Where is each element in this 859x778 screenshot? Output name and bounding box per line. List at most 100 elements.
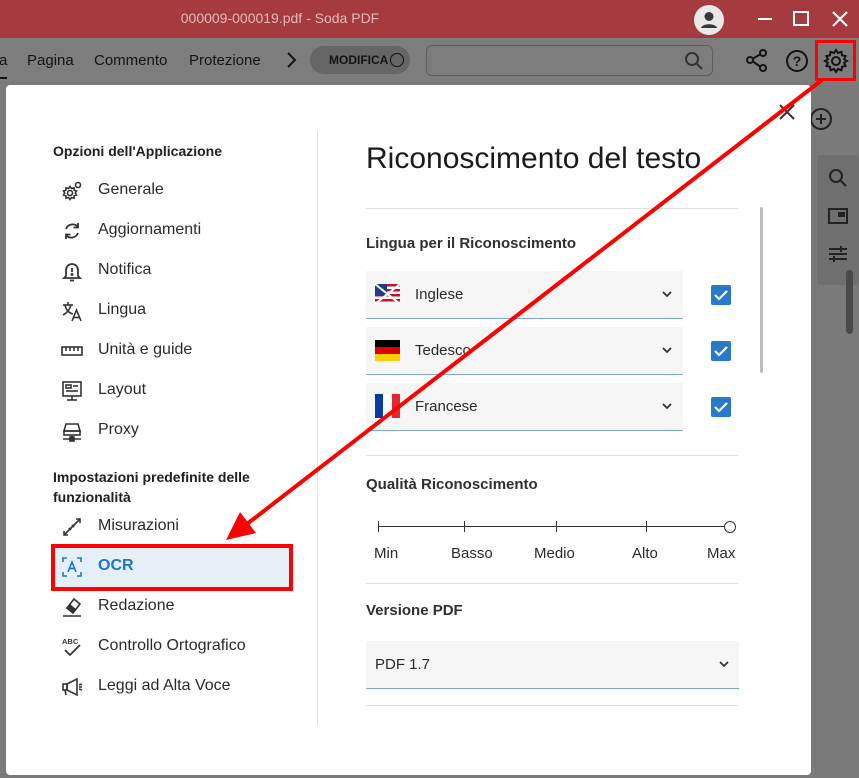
help-icon[interactable]: ?	[783, 47, 811, 75]
language-select-francese[interactable]: Francese	[366, 383, 683, 431]
divider	[366, 455, 738, 456]
close-dialog-icon[interactable]	[776, 101, 798, 123]
check-icon	[714, 402, 728, 413]
search-box[interactable]	[426, 45, 713, 76]
slider-tick	[464, 521, 465, 532]
sidebar-item-redazione[interactable]: Redazione	[53, 587, 293, 627]
defaults-heading-line1: Impostazioni predefinite delle	[53, 469, 250, 485]
sidebar-item-leggi-alta-voce[interactable]: Leggi ad Alta Voce	[53, 667, 293, 707]
search-icon	[685, 52, 703, 70]
language-select-inglese[interactable]: Inglese	[366, 271, 683, 319]
maximize-icon[interactable]	[788, 8, 812, 30]
language-select-tedesco[interactable]: Tedesco	[366, 327, 683, 375]
slider-tick	[378, 521, 379, 532]
chevron-down-icon	[719, 661, 729, 668]
minimize-icon[interactable]	[753, 8, 777, 30]
sidebar-item-label: Controllo Ortografico	[98, 637, 246, 654]
checkbox-francese[interactable]	[711, 397, 731, 417]
divider	[366, 705, 738, 706]
spellcheck-icon: ABC	[62, 637, 81, 657]
window-title: 000009-000019.pdf - Soda PDF	[180, 10, 380, 26]
tab-pagina[interactable]: Pagina	[27, 52, 74, 69]
panel-icon[interactable]	[827, 205, 849, 227]
settings-highlight-box	[815, 40, 856, 81]
checkbox-inglese[interactable]	[711, 285, 731, 305]
svg-text:?: ?	[793, 53, 802, 69]
us-flag-icon	[375, 283, 400, 305]
layout-icon	[62, 381, 82, 401]
sidebar-item-label: Leggi ad Alta Voce	[98, 677, 231, 694]
sidebar-item-misurazioni[interactable]: Misurazioni	[53, 507, 293, 547]
quality-slider-track[interactable]	[378, 526, 731, 527]
quality-label-min: Min	[374, 545, 399, 562]
checkbox-tedesco[interactable]	[711, 341, 731, 361]
defaults-heading-line2: funzionalità	[53, 489, 131, 505]
sidebar-item-unita-guide[interactable]: Unità e guide	[53, 331, 293, 371]
menu-bar: a Pagina Commento Protezione MODIFICA ?	[0, 38, 859, 82]
quality-label-alto: Alto	[632, 545, 658, 562]
chevron-down-icon	[662, 347, 672, 354]
chevron-right-icon[interactable]	[278, 46, 306, 74]
ocr-highlight-box	[51, 544, 293, 591]
quality-label-medio: Medio	[534, 545, 575, 562]
user-avatar-icon[interactable]	[694, 5, 724, 35]
sidebar-item-generale[interactable]: Generale	[53, 171, 293, 211]
refresh-icon	[65, 223, 79, 239]
modifica-label: MODIFICA	[329, 53, 389, 67]
divider	[366, 208, 738, 209]
chevron-down-icon	[662, 291, 672, 298]
sidebar-item-notifica[interactable]: Notifica	[53, 251, 293, 291]
app-options-heading: Opzioni dell'Applicazione	[53, 143, 223, 159]
megaphone-icon	[62, 677, 83, 697]
sidebar-item-label: Generale	[98, 181, 164, 198]
check-icon	[714, 346, 728, 357]
network-icon	[62, 423, 82, 442]
pdf-version-select[interactable]: PDF 1.7	[366, 641, 739, 689]
sidebar-item-aggiornamenti[interactable]: Aggiornamenti	[53, 211, 293, 251]
bell-icon	[61, 263, 83, 282]
zoom-search-icon[interactable]	[827, 167, 849, 189]
sidebar-item-label: Misurazioni	[98, 517, 179, 534]
search-input[interactable]	[435, 50, 675, 72]
title-bar: 000009-000019.pdf - Soda PDF	[0, 0, 859, 38]
sidebar-item-controllo-ortografico[interactable]: ABC Controllo Ortografico	[53, 627, 293, 667]
chevron-down-icon	[662, 403, 672, 410]
language-name: Francese	[415, 398, 478, 415]
pdf-version-heading: Versione PDF	[366, 602, 463, 619]
toggle-knob-icon	[390, 53, 404, 67]
sidebar-item-layout[interactable]: Layout	[53, 371, 293, 411]
share-icon[interactable]	[743, 47, 771, 75]
sidebar-item-label: Layout	[98, 381, 147, 398]
page-title: Riconoscimento del testo	[366, 142, 702, 175]
quality-label-max: Max	[707, 545, 736, 562]
de-flag-icon	[375, 340, 400, 361]
quality-label-basso: Basso	[451, 545, 493, 562]
sidebar-item-label: Aggiornamenti	[98, 221, 202, 238]
gear-cog-icon	[62, 181, 82, 201]
add-circle-icon[interactable]	[808, 106, 834, 132]
quality-slider-knob[interactable]	[724, 521, 736, 533]
sidebar-item-label: Proxy	[98, 421, 139, 438]
tab-active[interactable]: a	[0, 52, 8, 79]
measure-icon	[63, 518, 81, 536]
tab-commento[interactable]: Commento	[94, 52, 167, 69]
fr-flag-icon	[375, 394, 400, 418]
slider-tick	[646, 521, 647, 532]
sidebar-item-lingua[interactable]: Lingua	[53, 291, 293, 331]
sidebar-item-label: Lingua	[98, 301, 147, 318]
modifica-toggle[interactable]: MODIFICA	[310, 46, 410, 74]
quality-heading: Qualità Riconoscimento	[366, 476, 538, 493]
sidebar-item-label: Redazione	[98, 597, 175, 614]
content-scrollbar[interactable]	[760, 207, 763, 373]
tab-protezione[interactable]: Protezione	[189, 52, 261, 69]
close-window-icon[interactable]	[828, 8, 852, 30]
document-scrollbar[interactable]	[846, 270, 853, 334]
dialog-divider	[317, 131, 318, 725]
sidebar-item-proxy[interactable]: Proxy	[53, 411, 293, 451]
svg-text:ABC: ABC	[62, 637, 79, 646]
language-heading: Lingua per il Riconoscimento	[366, 235, 577, 252]
sliders-icon[interactable]	[827, 243, 849, 265]
language-name: Inglese	[415, 286, 464, 303]
translate-icon	[62, 302, 82, 322]
language-name: Tedesco	[415, 342, 471, 359]
